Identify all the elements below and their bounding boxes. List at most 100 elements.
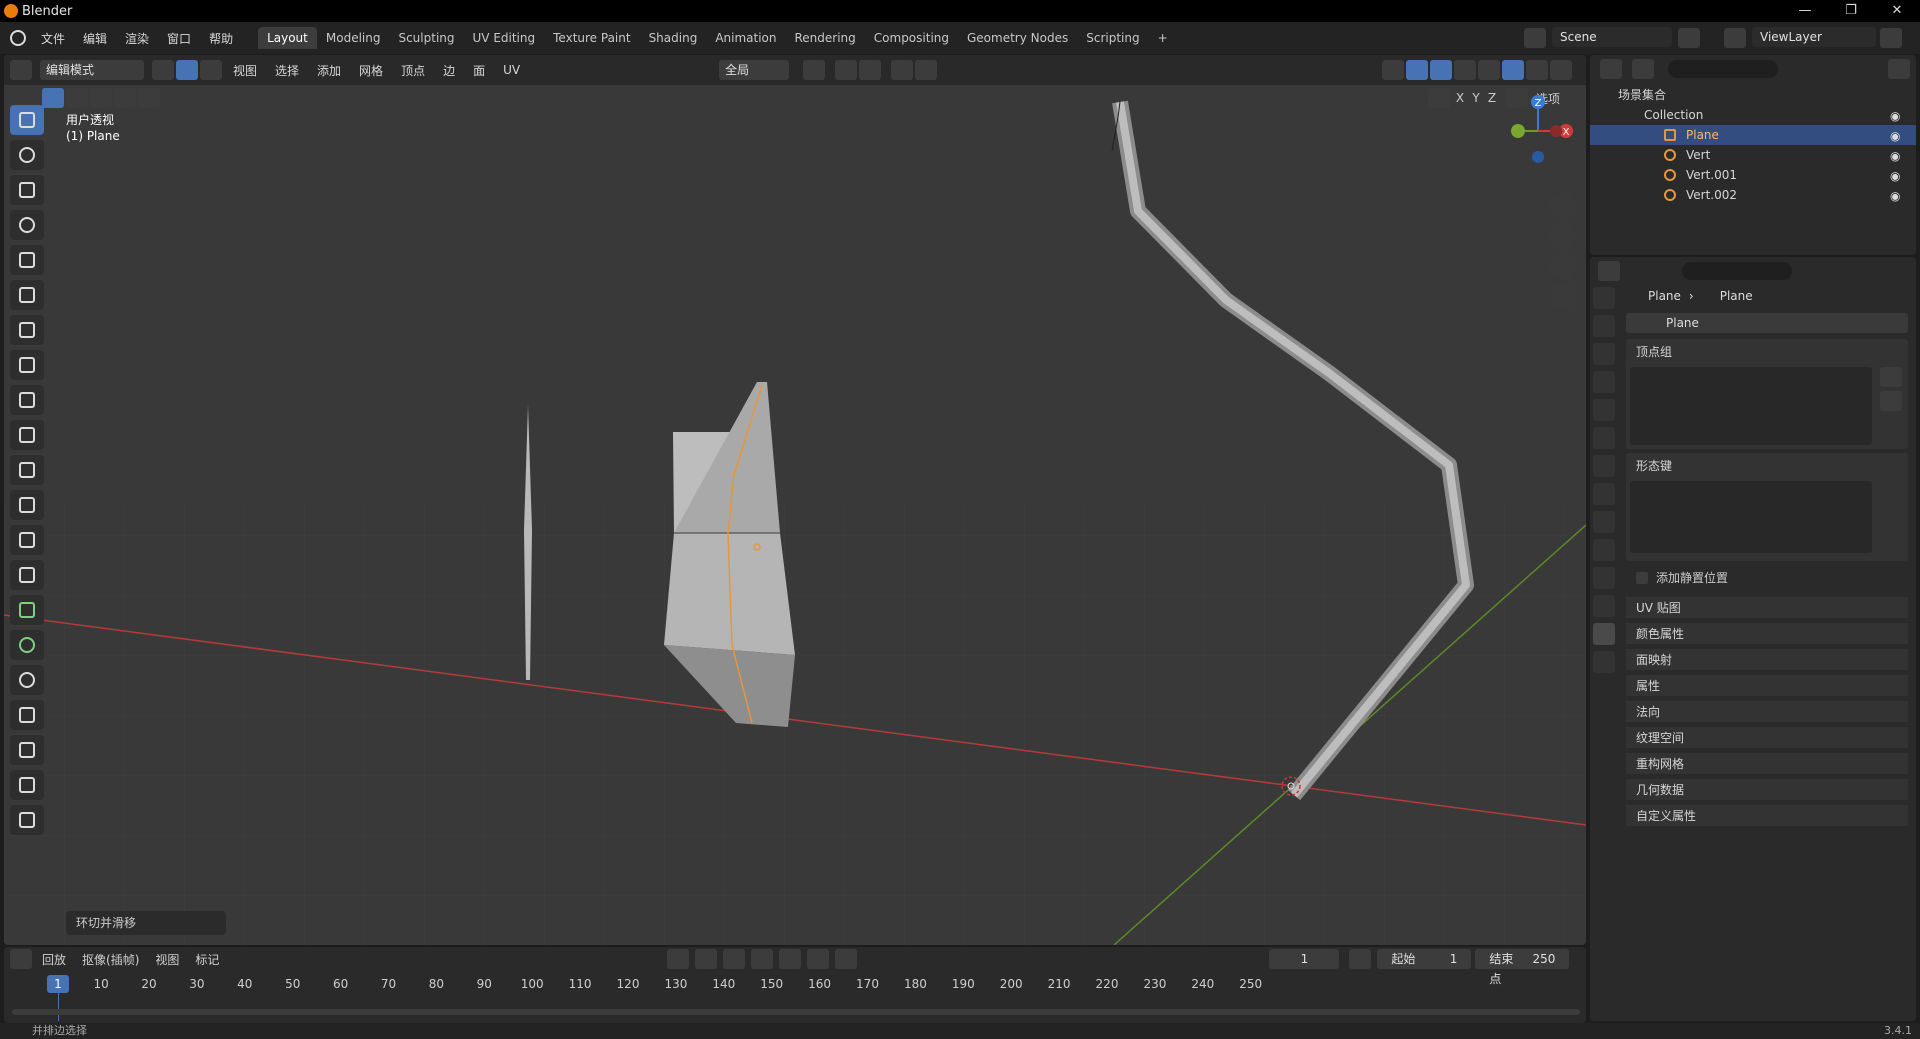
menu-edge[interactable]: 边: [434, 62, 464, 79]
navigation-gizmo[interactable]: Z X: [1498, 93, 1578, 173]
remove-vertex-group-icon[interactable]: [1880, 391, 1902, 411]
collection-tab-icon[interactable]: [1593, 455, 1615, 477]
panel-normals[interactable]: 法向: [1626, 701, 1908, 723]
falloff-icon[interactable]: [915, 60, 938, 80]
view-layer-tab-icon[interactable]: [1593, 371, 1615, 393]
close-button[interactable]: ✕: [1874, 0, 1920, 22]
minimize-button[interactable]: —: [1782, 0, 1828, 22]
properties-editor-icon[interactable]: [1598, 261, 1620, 281]
blender-menu-icon[interactable]: [10, 30, 26, 46]
timeline-scrollbar[interactable]: [12, 1009, 1580, 1015]
menu-add[interactable]: 添加: [308, 62, 350, 79]
annotate-tool-icon[interactable]: [10, 315, 44, 345]
menu-view[interactable]: 视图: [224, 62, 266, 79]
add-vertex-group-icon[interactable]: [1880, 367, 1902, 387]
cursor-tool-icon[interactable]: [10, 140, 44, 170]
face-select-icon[interactable]: [200, 60, 222, 80]
rotate-tool-icon[interactable]: [10, 210, 44, 240]
menu-timeline-view[interactable]: 视图: [147, 951, 187, 968]
shape-keys-list[interactable]: [1630, 481, 1872, 553]
viewport-scene[interactable]: [4, 55, 1586, 945]
tab-geometry-nodes[interactable]: Geometry Nodes: [958, 27, 1077, 49]
menu-edit[interactable]: 编辑: [74, 30, 116, 47]
panel-texture-space[interactable]: 纹理空间: [1626, 727, 1908, 749]
tab-layout[interactable]: Layout: [258, 27, 317, 49]
vertex-groups-header[interactable]: 顶点组: [1626, 339, 1908, 365]
jump-end-icon[interactable]: [835, 949, 858, 969]
filter-icon[interactable]: [1888, 59, 1910, 79]
scale-tool-icon[interactable]: [10, 245, 44, 275]
collection-row[interactable]: Collection: [1590, 105, 1916, 125]
tab-uv-editing[interactable]: UV Editing: [464, 27, 545, 49]
properties-search-input[interactable]: [1682, 262, 1792, 280]
end-frame-field[interactable]: 结束点 250: [1475, 949, 1570, 986]
add-cube-tool-icon[interactable]: [10, 385, 44, 415]
shear-tool-icon[interactable]: [10, 770, 44, 800]
next-keyframe-icon[interactable]: [807, 949, 830, 969]
display-mode-icon[interactable]: [1632, 59, 1654, 79]
tab-shading[interactable]: Shading: [640, 27, 707, 49]
loop-cut-tool-icon[interactable]: [10, 525, 44, 555]
knife-tool-icon[interactable]: [10, 560, 44, 590]
mode-dropdown[interactable]: 编辑模式: [40, 60, 144, 80]
perspective-toggle-icon[interactable]: [1550, 283, 1576, 309]
start-frame-field[interactable]: 起始 1: [1377, 949, 1472, 969]
vertex-groups-list[interactable]: [1630, 367, 1872, 445]
select-extend-icon[interactable]: [66, 88, 88, 108]
visibility-icon[interactable]: [1382, 60, 1404, 80]
add-workspace-button[interactable]: +: [1149, 27, 1177, 49]
select-invert-icon[interactable]: [114, 88, 136, 108]
measure-tool-icon[interactable]: [10, 350, 44, 380]
tab-rendering[interactable]: Rendering: [786, 27, 865, 49]
pan-hand-icon[interactable]: [1550, 223, 1576, 249]
new-viewlayer-icon[interactable]: [1880, 28, 1902, 48]
menu-playback[interactable]: 回放: [34, 951, 74, 968]
world-tab-icon[interactable]: [1593, 427, 1615, 449]
modifier-tab-icon[interactable]: [1593, 511, 1615, 533]
3d-viewport[interactable]: 编辑模式 视图 选择 添加 网格 顶点 边 面 UV 全局 X Y Z 选项 用…: [4, 55, 1586, 945]
wireframe-shading-icon[interactable]: [1478, 60, 1500, 80]
select-intersect-icon[interactable]: [138, 88, 160, 108]
menu-face[interactable]: 面: [464, 62, 494, 79]
gizmo-toggle-icon[interactable]: [1406, 60, 1428, 80]
add-rest-position-checkbox[interactable]: [1636, 571, 1648, 584]
eye-icon[interactable]: ◉: [1890, 169, 1900, 183]
frame-ruler[interactable]: 10 20 30 40 50 60 70 80 90 100 110 120 130 140 150 160 1…: [4, 973, 1586, 995]
select-subtract-icon[interactable]: [90, 88, 112, 108]
zoom-icon[interactable]: [1550, 193, 1576, 219]
outliner-item-vert-001[interactable]: Vert.001: [1590, 165, 1916, 185]
record-icon[interactable]: [667, 949, 690, 969]
mesh-data-tab-icon[interactable]: [1593, 623, 1615, 645]
smooth-tool-icon[interactable]: [10, 665, 44, 695]
gizmo-y-icon[interactable]: [1511, 124, 1525, 138]
mirror-icon[interactable]: [1427, 88, 1450, 108]
output-tab-icon[interactable]: [1593, 343, 1615, 365]
tab-animation[interactable]: Animation: [706, 27, 785, 49]
jump-start-icon[interactable]: [695, 949, 718, 969]
material-shading-icon[interactable]: [1526, 60, 1548, 80]
vertex-select-icon[interactable]: [152, 60, 174, 80]
editor-type-icon[interactable]: [10, 60, 32, 80]
menu-help[interactable]: 帮助: [200, 30, 242, 47]
eye-icon[interactable]: ◉: [1890, 189, 1900, 203]
menu-render[interactable]: 渲染: [116, 30, 158, 47]
transform-tool-icon[interactable]: [10, 280, 44, 310]
spin-tool-icon[interactable]: [10, 630, 44, 660]
rendered-shading-icon[interactable]: [1550, 60, 1572, 80]
move-tool-icon[interactable]: [10, 175, 44, 205]
viewlayer-field[interactable]: ViewLayer: [1752, 27, 1876, 47]
shrink-fatten-tool-icon[interactable]: [10, 735, 44, 765]
object-tab-icon[interactable]: [1593, 483, 1615, 505]
mirror-x-toggle[interactable]: X: [1452, 91, 1468, 105]
outliner-item-vert-002[interactable]: Vert.002: [1590, 185, 1916, 205]
bevel-tool-icon[interactable]: [10, 490, 44, 520]
menu-file[interactable]: 文件: [32, 30, 74, 47]
viewlayer-icon[interactable]: [1724, 28, 1746, 48]
panel-remesh[interactable]: 重构网格: [1626, 753, 1908, 775]
prev-keyframe-icon[interactable]: [723, 949, 746, 969]
maximize-button[interactable]: ❐: [1828, 0, 1874, 22]
outliner-editor-icon[interactable]: [1600, 59, 1622, 79]
pivot-icon[interactable]: [803, 60, 826, 80]
extrude-tool-icon[interactable]: [10, 420, 44, 450]
play-reverse-icon[interactable]: [751, 949, 774, 969]
